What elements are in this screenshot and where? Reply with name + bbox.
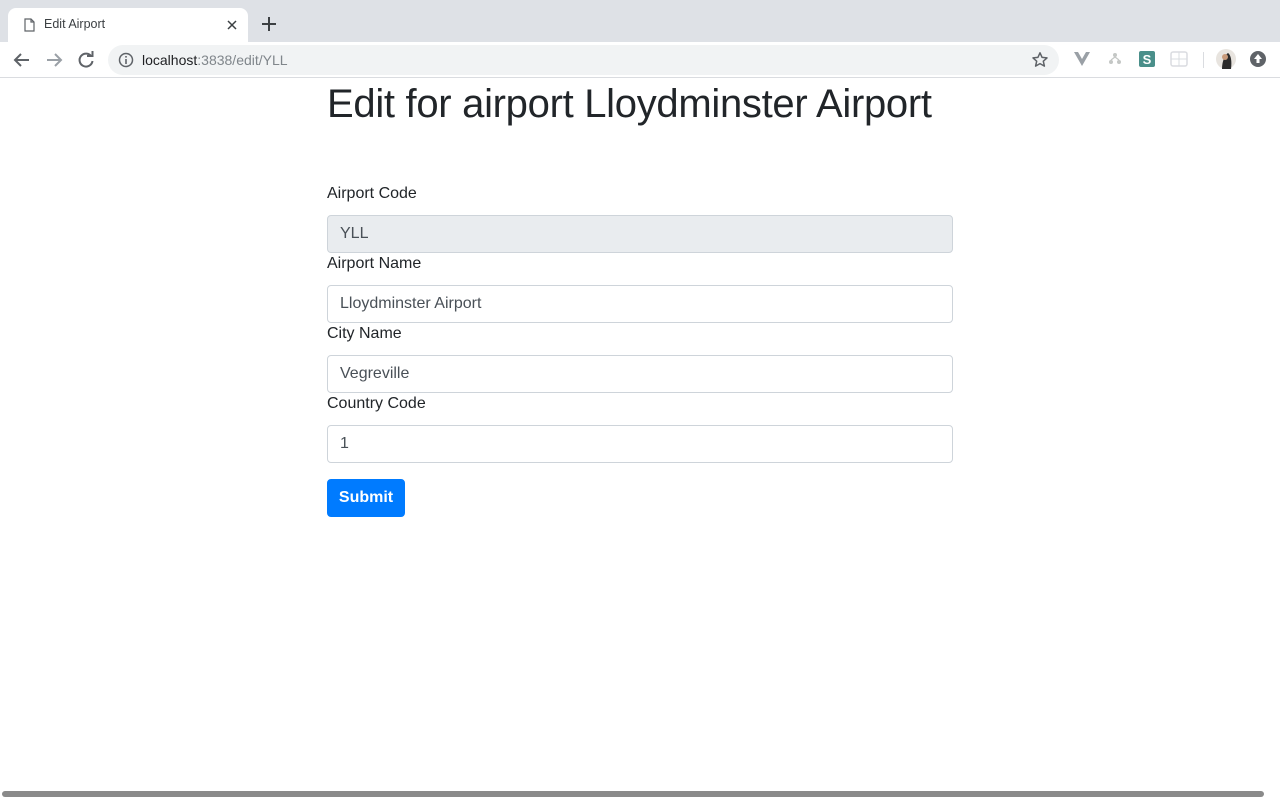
svg-text:S: S xyxy=(1143,52,1152,67)
toolbar-separator xyxy=(1203,52,1204,68)
avatar[interactable] xyxy=(1216,49,1236,69)
city-name-input[interactable] xyxy=(327,355,953,393)
extension-s-icon[interactable]: S xyxy=(1138,50,1156,68)
horizontal-scrollbar[interactable] xyxy=(2,791,1264,797)
airport-code-label: Airport Code xyxy=(327,185,417,202)
extension-tree-icon[interactable] xyxy=(1106,50,1124,68)
vue-devtools-icon[interactable] xyxy=(1073,50,1091,68)
country-code-input[interactable] xyxy=(327,425,953,463)
extension-grid-icon[interactable] xyxy=(1170,50,1188,68)
airport-name-label: Airport Name xyxy=(327,255,422,272)
forward-arrow-icon[interactable] xyxy=(44,50,64,70)
country-code-label: Country Code xyxy=(327,395,426,412)
url-text[interactable]: localhost:3838/edit/YLL xyxy=(142,52,288,68)
tab-title: Edit Airport xyxy=(44,17,106,31)
page-title: Edit for airport Lloydminster Airport xyxy=(327,82,932,126)
tab-strip: Edit Airport xyxy=(0,0,1280,42)
plus-icon[interactable] xyxy=(260,15,278,33)
browser-tab[interactable]: Edit Airport xyxy=(8,8,248,42)
info-icon[interactable] xyxy=(118,52,134,68)
airport-code-input[interactable] xyxy=(327,215,953,253)
browser-toolbar: localhost:3838/edit/YLL S xyxy=(0,42,1280,78)
reload-icon[interactable] xyxy=(76,50,96,70)
extension-upload-icon[interactable] xyxy=(1249,50,1267,68)
star-icon[interactable] xyxy=(1031,51,1049,69)
address-bar[interactable]: localhost:3838/edit/YLL xyxy=(108,45,1059,75)
back-arrow-icon[interactable] xyxy=(12,50,32,70)
airport-name-input[interactable] xyxy=(327,285,953,323)
city-name-label: City Name xyxy=(327,325,402,342)
document-icon xyxy=(24,18,35,32)
close-icon[interactable] xyxy=(224,17,240,33)
submit-button[interactable]: Submit xyxy=(327,479,405,517)
